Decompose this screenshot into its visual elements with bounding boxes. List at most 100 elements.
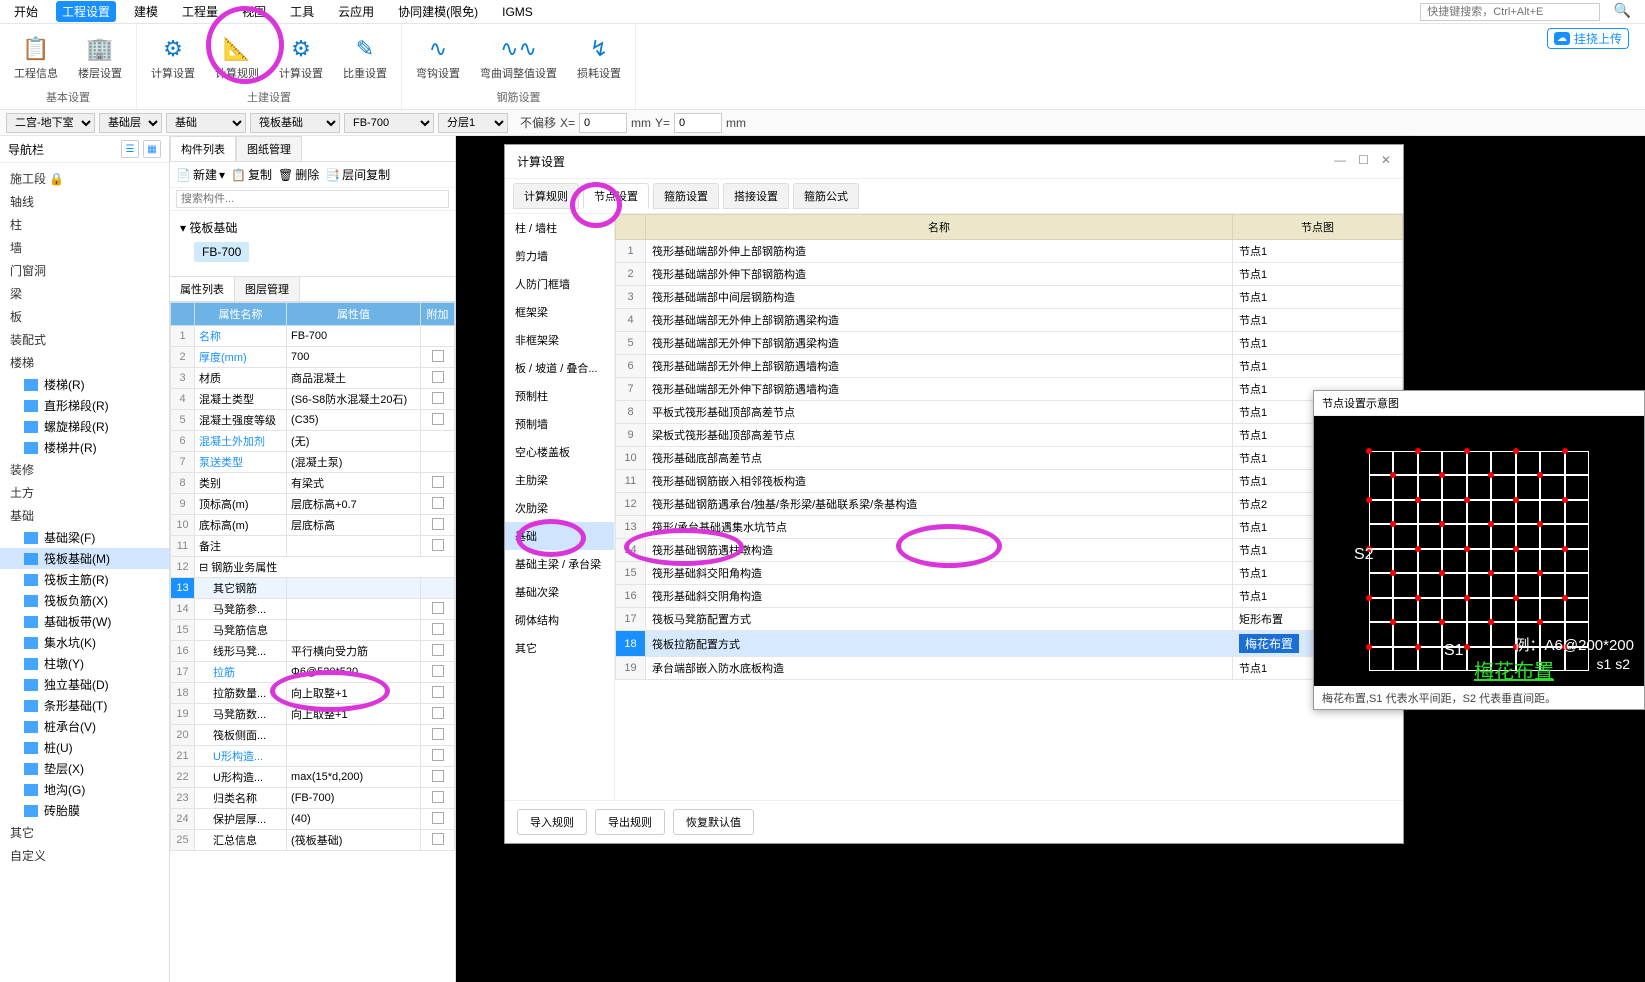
menu-item[interactable]: 协同建模(限免) — [392, 1, 484, 22]
component-search[interactable] — [176, 190, 449, 208]
rule-row[interactable]: 2筏形基础端部外伸下部钢筋构造节点1 — [616, 263, 1403, 286]
component-select[interactable]: FB-700 — [344, 113, 434, 133]
category-select[interactable]: 基础 — [166, 113, 246, 133]
search-input[interactable] — [1420, 3, 1600, 21]
copy-button[interactable]: 📋 复制 — [231, 166, 272, 183]
close-icon[interactable]: ✕ — [1381, 153, 1391, 170]
side-item[interactable]: 人防门框墙 — [505, 270, 614, 298]
nav-subitem[interactable]: 筏板负筋(X) — [0, 590, 169, 611]
calc-setting2-button[interactable]: ⚙计算设置 — [273, 28, 329, 87]
side-item[interactable]: 砌体结构 — [505, 606, 614, 634]
x-input[interactable] — [579, 113, 627, 133]
side-item[interactable]: 预制墙 — [505, 410, 614, 438]
property-row[interactable]: 4混凝土类型(S6-S8防水混凝土20石) — [171, 389, 455, 410]
menu-item[interactable]: 工程设置 — [56, 1, 116, 22]
floor-select[interactable]: 二宫-地下室 — [6, 113, 95, 133]
nav-subitem[interactable]: 螺旋梯段(R) — [0, 416, 169, 437]
tab-properties[interactable]: 属性列表 — [170, 277, 235, 301]
rule-row[interactable]: 13筏形/承台基础遇集水坑节点节点1 — [616, 516, 1403, 539]
property-row[interactable]: 20筏板侧面... — [171, 725, 455, 746]
import-rule-button[interactable]: 导入规则 — [517, 809, 587, 835]
tab-drawing-mgmt[interactable]: 图纸管理 — [236, 136, 302, 161]
nav-subitem[interactable]: 独立基础(D) — [0, 674, 169, 695]
property-row[interactable]: 14马凳筋参... — [171, 599, 455, 620]
nav-subitem[interactable]: 集水坑(K) — [0, 632, 169, 653]
restore-default-button[interactable]: 恢复默认值 — [673, 809, 754, 835]
property-row[interactable]: 3材质商品混凝土 — [171, 368, 455, 389]
property-row[interactable]: 9顶标高(m)层底标高+0.7 — [171, 494, 455, 515]
menu-item[interactable]: 视图 — [236, 1, 272, 22]
property-row[interactable]: 13其它钢筋 — [171, 578, 455, 599]
export-rule-button[interactable]: 导出规则 — [595, 809, 665, 835]
dialog-tab[interactable]: 节点设置 — [583, 183, 649, 209]
rule-row[interactable]: 14筏形基础钢筋遇柱墩构造节点1 — [616, 539, 1403, 562]
rule-row[interactable]: 8平板式筏形基础顶部高差节点节点1 — [616, 401, 1403, 424]
side-item[interactable]: 剪力墙 — [505, 242, 614, 270]
nav-subitem[interactable]: 柱墩(Y) — [0, 653, 169, 674]
upload-button[interactable]: ☁挂挠上传 — [1547, 28, 1629, 49]
rule-row[interactable]: 12筏形基础钢筋遇承台/独基/条形梁/基础联系梁/条基构造节点2 — [616, 493, 1403, 516]
side-item[interactable]: 非框架梁 — [505, 326, 614, 354]
new-button[interactable]: 📄 新建 ▾ — [176, 166, 225, 183]
menu-item[interactable]: 开始 — [8, 1, 44, 22]
tree-leaf[interactable]: FB-700 — [194, 242, 249, 262]
minimize-icon[interactable]: — — [1334, 153, 1346, 170]
grid-icon[interactable]: ▦ — [143, 140, 161, 158]
menu-item[interactable]: 工具 — [284, 1, 320, 22]
nav-item[interactable]: 基础 — [0, 504, 169, 527]
rule-row[interactable]: 9梁板式筏形基础顶部高差节点节点1 — [616, 424, 1403, 447]
property-row[interactable]: 12⊟ 钢筋业务属性 — [171, 557, 455, 578]
floor-copy-button[interactable]: 📑 层间复制 — [325, 166, 390, 183]
property-row[interactable]: 1名称FB-700 — [171, 326, 455, 347]
side-item[interactable]: 柱 / 墙柱 — [505, 214, 614, 242]
property-row[interactable]: 10底标高(m)层底标高 — [171, 515, 455, 536]
side-item[interactable]: 主肋梁 — [505, 466, 614, 494]
nav-subitem[interactable]: 基础板带(W) — [0, 611, 169, 632]
property-row[interactable]: 2厚度(mm)700 — [171, 347, 455, 368]
side-item[interactable]: 基础次梁 — [505, 578, 614, 606]
y-input[interactable] — [674, 113, 722, 133]
rule-row[interactable]: 15筏形基础斜交阳角构造节点1 — [616, 562, 1403, 585]
side-item[interactable]: 板 / 坡道 / 叠合... — [505, 354, 614, 382]
property-row[interactable]: 6混凝土外加剂(无) — [171, 431, 455, 452]
nav-subitem[interactable]: 楼梯(R) — [0, 374, 169, 395]
bend-adjust-button[interactable]: ∿∿弯曲调整值设置 — [474, 28, 563, 87]
side-item[interactable]: 基础 — [505, 522, 614, 550]
property-row[interactable]: 24保护层厚...(40) — [171, 809, 455, 830]
nav-subitem[interactable]: 直形梯段(R) — [0, 395, 169, 416]
menu-item[interactable]: 工程量 — [176, 1, 224, 22]
type-select[interactable]: 筏板基础 — [250, 113, 340, 133]
property-row[interactable]: 22U形构造...max(15*d,200) — [171, 767, 455, 788]
menu-item[interactable]: 建模 — [128, 1, 164, 22]
nav-item[interactable]: 门窗洞 — [0, 259, 169, 282]
split-select[interactable]: 分层1 — [438, 113, 508, 133]
tree-node[interactable]: ▾ 筏板基础 — [176, 217, 449, 238]
property-row[interactable]: 17拉筋Φ6@520*520 — [171, 662, 455, 683]
side-item[interactable]: 框架梁 — [505, 298, 614, 326]
maximize-icon[interactable]: ☐ — [1358, 153, 1369, 170]
nav-subitem[interactable]: 垫层(X) — [0, 758, 169, 779]
list-icon[interactable]: ☰ — [121, 140, 139, 158]
nav-item[interactable]: 柱 — [0, 213, 169, 236]
project-info-button[interactable]: 📋工程信息 — [8, 28, 64, 87]
nav-item[interactable]: 墙 — [0, 236, 169, 259]
side-item[interactable]: 预制柱 — [505, 382, 614, 410]
rule-row[interactable]: 5筏形基础端部无外伸下部钢筋遇梁构造节点1 — [616, 332, 1403, 355]
menu-item[interactable]: 云应用 — [332, 1, 380, 22]
dialog-tab[interactable]: 箍筋公式 — [793, 183, 859, 209]
nav-subitem[interactable]: 桩(U) — [0, 737, 169, 758]
side-item[interactable]: 空心楼盖板 — [505, 438, 614, 466]
delete-button[interactable]: 🗑 删除 — [278, 166, 319, 183]
property-row[interactable]: 15马凳筋信息 — [171, 620, 455, 641]
nav-item[interactable]: 装修 — [0, 458, 169, 481]
rule-row[interactable]: 18筏板拉筋配置方式梅花布置··· — [616, 631, 1403, 657]
side-item[interactable]: 次肋梁 — [505, 494, 614, 522]
property-row[interactable]: 5混凝土强度等级(C35) — [171, 410, 455, 431]
menu-item[interactable]: IGMS — [496, 3, 539, 21]
rule-row[interactable]: 1筏形基础端部外伸上部钢筋构造节点1 — [616, 240, 1403, 263]
nav-subitem[interactable]: 基础梁(F) — [0, 527, 169, 548]
property-row[interactable]: 23归类名称(FB-700) — [171, 788, 455, 809]
floor-setting-button[interactable]: 🏢楼层设置 — [72, 28, 128, 87]
nav-item[interactable]: 轴线 — [0, 190, 169, 213]
layer-select[interactable]: 基础层 — [99, 113, 162, 133]
